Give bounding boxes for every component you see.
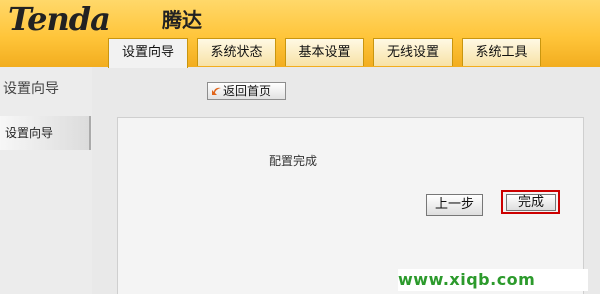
finish-button[interactable]: 完成 (506, 194, 556, 211)
tab-system-status[interactable]: 系统状态 (197, 38, 276, 66)
return-home-label: 返回首页 (223, 84, 272, 98)
tenda-logo: Tenda 腾达 (2, 2, 242, 36)
left-column (0, 67, 92, 294)
tab-setup-wizard[interactable]: 设置向导 (108, 38, 188, 68)
header-bar: Tenda 腾达 设置向导 系统状态 基本设置 无线设置 系统工具 (0, 0, 600, 68)
config-complete-message: 配置完成 (269, 154, 318, 168)
section-title: 设置向导 (3, 81, 59, 97)
logo-cn: 腾达 (162, 8, 202, 32)
tab-system-tools[interactable]: 系统工具 (462, 38, 541, 66)
previous-step-button[interactable]: 上一步 (426, 194, 483, 216)
sidebar-item-setup-wizard[interactable]: 设置向导 (0, 116, 91, 150)
back-arrow-icon (212, 87, 221, 95)
finish-button-highlight: 完成 (501, 190, 560, 214)
return-home-button[interactable]: 返回首页 (207, 82, 286, 100)
tab-wireless-settings[interactable]: 无线设置 (373, 38, 453, 66)
logo-text: Tenda (8, 0, 111, 38)
watermark: www.xiqb.com (398, 269, 588, 291)
tab-basic-settings[interactable]: 基本设置 (285, 38, 364, 66)
